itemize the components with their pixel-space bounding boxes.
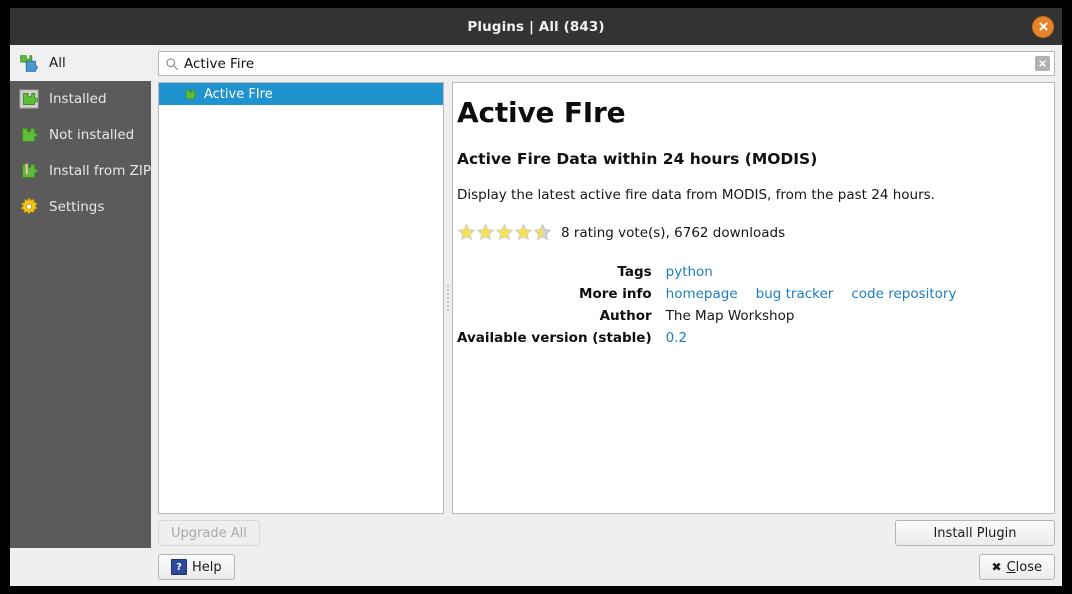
plugin-title: Active FIre	[457, 96, 626, 129]
x-icon: ✖	[991, 560, 1002, 574]
puzzle-zip-icon	[22, 163, 38, 178]
action-button-bar: Upgrade All Install Plugin	[158, 514, 1055, 548]
sidebar-item-label: Installed	[49, 91, 107, 107]
close-button[interactable]: ✖ Close	[978, 554, 1055, 580]
plugin-list-item-label: Active FIre	[204, 86, 273, 102]
metadata-label: Tags	[617, 264, 652, 281]
puzzle-plugin-icon	[185, 89, 197, 99]
rating-stars	[457, 223, 552, 242]
sidebar-item-label: All	[49, 55, 66, 71]
metadata-value: homepage bug tracker code repository	[666, 286, 957, 308]
clear-icon	[1039, 60, 1046, 67]
code-repository-link[interactable]: code repository	[851, 286, 956, 302]
bug-tracker-link[interactable]: bug tracker	[756, 286, 834, 302]
version-link[interactable]: 0.2	[666, 330, 687, 346]
question-mark-icon: ?	[171, 559, 187, 575]
close-button-label: Close	[1006, 559, 1042, 575]
plugin-list[interactable]: Active FIre	[158, 82, 444, 514]
metadata-label: More info	[579, 286, 652, 303]
metadata-row-tags: Tags python	[457, 264, 956, 286]
sidebar-item-label: Not installed	[49, 127, 135, 143]
metadata-row-more-info: More info homepage bug tracker code repo…	[457, 286, 956, 308]
window-title: Plugins | All (843)	[467, 18, 605, 35]
plugin-list-item[interactable]: Active FIre	[159, 83, 443, 105]
help-button[interactable]: ? Help	[158, 554, 235, 580]
search-bar[interactable]	[158, 51, 1055, 76]
splitter-grip	[447, 284, 449, 312]
plugin-metadata-table: Tags python More info homepage bug track…	[457, 264, 956, 352]
metadata-value: python	[666, 264, 957, 286]
star-half-icon	[533, 223, 552, 241]
upgrade-all-button[interactable]: Upgrade All	[158, 520, 260, 546]
star-icon	[495, 223, 514, 241]
sidebar-item-label: Install from ZIP	[49, 163, 152, 179]
metadata-row-author: Author The Map Workshop	[457, 308, 956, 330]
panes: Active FIre Active FIre Active Fire Data…	[158, 82, 1055, 514]
window-body: All Installed Not installed Install from…	[10, 45, 1062, 548]
help-button-label: Help	[192, 559, 222, 575]
sidebar-item-install-from-zip[interactable]: Install from ZIP	[10, 153, 151, 189]
search-icon	[166, 57, 178, 70]
star-icon	[476, 223, 495, 241]
plugin-description: Display the latest active fire data from…	[457, 187, 935, 204]
sidebar-item-settings[interactable]: Settings	[10, 189, 151, 225]
gear-icon	[20, 197, 38, 215]
title-bar: Plugins | All (843)	[10, 8, 1062, 45]
metadata-value: The Map Workshop	[665, 308, 795, 325]
homepage-link[interactable]: homepage	[666, 286, 738, 302]
content-area: Active FIre Active FIre Active Fire Data…	[151, 45, 1062, 548]
rating-text: 8 rating vote(s), 6762 downloads	[561, 224, 786, 241]
footer-bar: ? Help ✖ Close	[10, 548, 1062, 586]
sidebar: All Installed Not installed Install from…	[10, 45, 151, 548]
puzzle-all-icon	[20, 55, 38, 72]
footer-inner: ? Help ✖ Close	[151, 554, 1062, 580]
metadata-value: 0.2	[666, 330, 957, 352]
plugin-manager-window: Plugins | All (843) All Installed Not in…	[10, 8, 1062, 586]
plugin-detail-pane: Active FIre Active Fire Data within 24 h…	[452, 82, 1055, 514]
star-icon	[514, 223, 533, 241]
sidebar-item-installed[interactable]: Installed	[10, 81, 151, 117]
pane-splitter[interactable]	[444, 82, 452, 514]
close-icon	[1038, 22, 1048, 31]
search-input[interactable]	[184, 55, 1035, 72]
metadata-row-available-version: Available version (stable) 0.2	[457, 330, 956, 352]
metadata-label: Available version (stable)	[457, 330, 652, 347]
tag-link-python[interactable]: python	[666, 264, 713, 280]
install-plugin-button[interactable]: Install Plugin	[895, 520, 1055, 546]
rating-row: 8 rating vote(s), 6762 downloads	[457, 223, 1038, 242]
sidebar-item-not-installed[interactable]: Not installed	[10, 117, 151, 153]
sidebar-item-label: Settings	[49, 199, 105, 215]
search-clear-button[interactable]	[1035, 56, 1050, 71]
window-close-button[interactable]	[1033, 16, 1053, 37]
puzzle-not-installed-icon	[22, 128, 38, 142]
puzzle-installed-icon	[19, 89, 39, 109]
star-icon	[457, 223, 476, 241]
plugin-subtitle: Active Fire Data within 24 hours (MODIS)	[457, 150, 818, 169]
sidebar-item-all[interactable]: All	[10, 45, 151, 81]
metadata-label: Author	[599, 308, 652, 325]
